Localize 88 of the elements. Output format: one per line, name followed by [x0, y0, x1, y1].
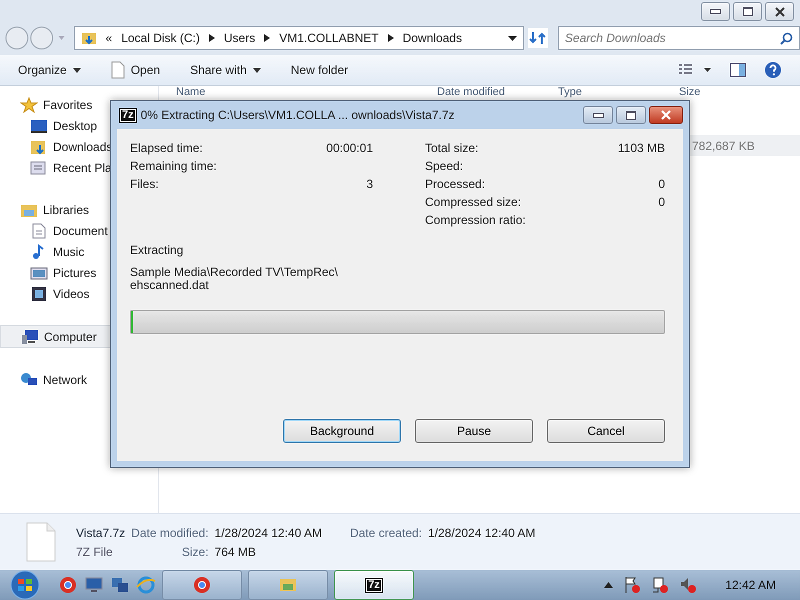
current-file-path: Sample Media\Recorded TV\TempRec\ ehscanned.dat [130, 266, 339, 292]
stat-value: 3 [366, 177, 373, 191]
view-options-icon[interactable] [678, 63, 712, 77]
minimize-button[interactable] [583, 106, 613, 124]
stat-label: Compressed size: [425, 195, 522, 209]
refresh-icon[interactable] [528, 28, 548, 48]
browser-icon [192, 575, 212, 595]
maximize-button[interactable] [616, 106, 646, 124]
close-icon [774, 6, 786, 16]
archiver-logo: 7z [365, 578, 383, 592]
arrow-icon [388, 34, 394, 42]
network-icon[interactable] [651, 576, 670, 594]
folder-icon [80, 30, 96, 46]
file-name: Vista7.7z [76, 526, 126, 540]
close-icon [660, 110, 672, 120]
breadcrumb[interactable]: Downloads [402, 31, 462, 45]
field-label: Date modified: [131, 526, 209, 540]
flag-icon[interactable] [623, 576, 642, 594]
minimize-button[interactable] [701, 2, 730, 21]
status-text: Extracting [130, 243, 184, 257]
search-field[interactable]: Search Downloads [558, 26, 800, 50]
field-label: Date created: [350, 526, 422, 540]
field-label: Size: [180, 544, 209, 558]
film-icon [30, 286, 48, 302]
sidebar-item[interactable]: Document [0, 220, 158, 241]
close-button[interactable] [765, 2, 794, 21]
globe-icon [20, 372, 38, 388]
stat-value: 00:00:01 [326, 141, 373, 155]
stat-label: Speed: [425, 159, 464, 173]
dialog-button[interactable]: Background [283, 419, 401, 443]
column-header[interactable]: Size [679, 86, 700, 99]
stat-label: Total size: [425, 141, 478, 155]
star-icon [20, 96, 38, 112]
address-bar[interactable]: « Local Disk (C:) Users VM1.COLLABNET Downloads [74, 26, 524, 50]
speaker-icon[interactable] [679, 576, 698, 594]
desktop-icon [30, 118, 48, 134]
stat-label: Remaining time: [130, 159, 217, 173]
help-icon[interactable] [764, 61, 782, 79]
file-icon [26, 522, 56, 562]
overflow-chevron[interactable]: « [106, 31, 112, 45]
restore-button[interactable] [733, 2, 762, 21]
close-button[interactable] [649, 106, 683, 124]
clock[interactable]: 12:42 AM [725, 578, 776, 592]
taskbar-button[interactable]: 7z [334, 570, 414, 600]
breadcrumb[interactable]: Local Disk (C:) [121, 31, 200, 45]
caret-icon [72, 68, 81, 72]
arrow-icon[interactable] [604, 582, 614, 588]
stat-label: Files: [130, 177, 159, 191]
monitor-icon[interactable] [84, 575, 104, 595]
stat-label: Elapsed time: [130, 141, 203, 155]
arrow-icon [264, 34, 270, 42]
folder-icon [30, 138, 48, 154]
browser-icon[interactable] [58, 575, 78, 595]
column-header[interactable]: Type [558, 86, 582, 99]
document-icon [30, 160, 48, 176]
stat-value: 0 [658, 177, 665, 191]
file-type: 7Z File [76, 544, 114, 558]
file-icon [110, 61, 125, 79]
field-value: 1/28/2024 12:40 AM [428, 526, 536, 540]
computer-icon [21, 328, 39, 344]
column-header[interactable]: Name [176, 86, 206, 99]
sidebar-item[interactable]: Libraries [0, 199, 158, 220]
field-value: 1/28/2024 12:40 AM [214, 526, 322, 540]
stat-value: 1103 MB [618, 141, 665, 155]
toolbar-button[interactable]: New folder [290, 63, 348, 77]
caret-icon [252, 68, 261, 72]
picture-icon [30, 264, 48, 280]
archiver-logo: 7z [119, 108, 137, 122]
toolbar-button[interactable]: Organize [18, 63, 81, 77]
toolbar-button[interactable]: Share with [190, 63, 261, 77]
document-icon [30, 222, 48, 238]
breadcrumb[interactable]: VM1.COLLABNET [279, 31, 379, 45]
dialog-button[interactable]: Pause [415, 419, 533, 443]
dropdown-icon[interactable] [508, 36, 518, 40]
taskbar-button[interactable] [162, 570, 242, 600]
field-value: 764 MB [214, 544, 257, 558]
sidebar-item[interactable]: Network [0, 369, 158, 390]
column-header[interactable]: Date modified [437, 86, 505, 99]
preview-pane-icon[interactable] [730, 63, 746, 77]
stat-label: Processed: [425, 177, 486, 191]
dialog-button[interactable]: Cancel [547, 419, 665, 443]
stat-label: Compression ratio: [425, 213, 526, 227]
dialog-title: 0% Extracting C:\Users\VM1.COLLA ... ownloads\Vista7.7z [140, 108, 455, 122]
search-icon[interactable] [780, 32, 793, 45]
stat-value: 0 [658, 195, 665, 209]
arrow-icon [208, 34, 215, 42]
breadcrumb[interactable]: Users [224, 31, 256, 45]
toolbar-button[interactable]: Open [110, 61, 160, 79]
